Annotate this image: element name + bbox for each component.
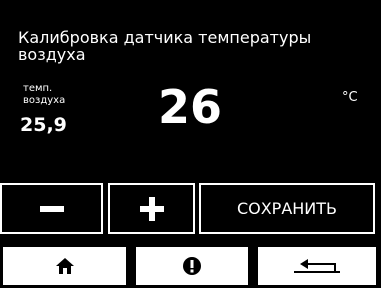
back-button[interactable] [258,247,376,285]
info-button[interactable] [136,247,248,285]
plus-icon [139,196,164,221]
page-title: Калибровка датчика температуры воздуха [18,28,312,64]
home-icon [55,258,74,274]
info-icon [183,257,201,275]
temperature-unit: °C [342,90,358,105]
increase-button[interactable] [108,183,195,234]
decrease-button[interactable] [0,183,103,234]
measured-label-line1: темп. [23,83,53,94]
measured-temperature-value: 25,9 [20,114,67,136]
measured-temperature-label: темп. воздуха [23,83,65,107]
calibration-value: 26 [157,80,222,134]
save-button[interactable]: СОХРАНИТЬ [199,183,375,234]
back-arrow-icon [294,259,340,273]
home-button[interactable] [3,247,126,285]
measured-label-line2: воздуха [23,95,66,106]
minus-icon [39,205,64,212]
